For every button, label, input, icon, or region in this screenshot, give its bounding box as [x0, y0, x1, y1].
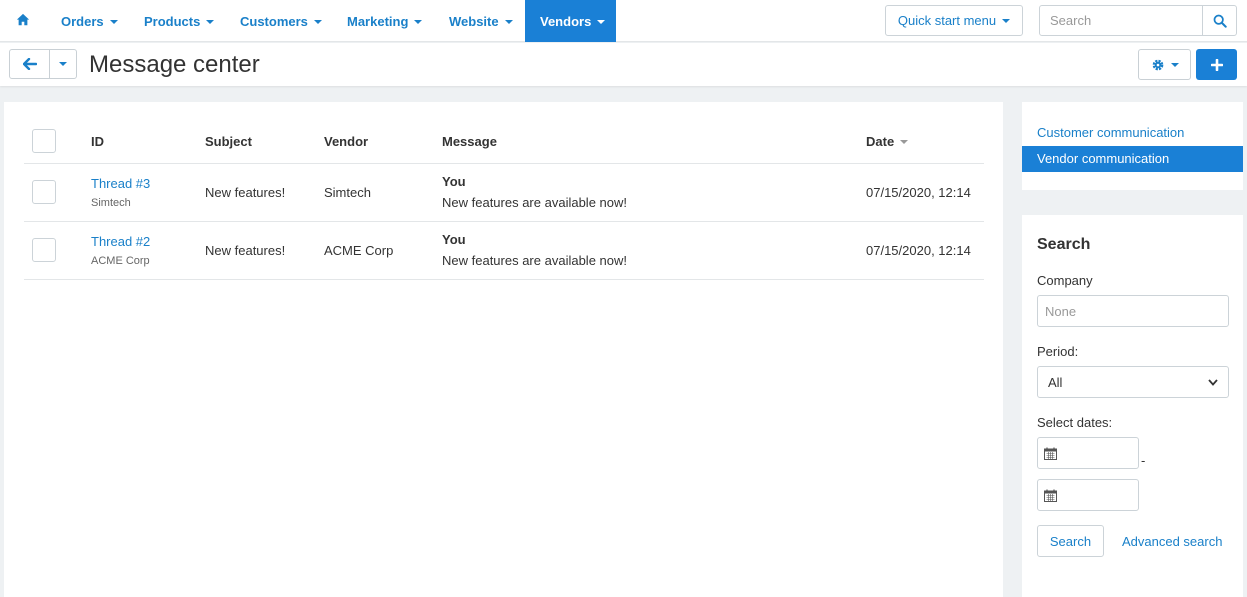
row-checkbox[interactable]	[32, 238, 56, 262]
search-button[interactable]	[1202, 6, 1236, 35]
nav-marketing-label: Marketing	[347, 13, 409, 29]
message-text: New features are available now!	[442, 253, 627, 268]
message-cell: You New features are available now!	[442, 163, 866, 222]
chevron-down-icon	[504, 19, 513, 24]
chevron-down-icon	[414, 19, 423, 24]
subject-cell: New features!	[205, 221, 324, 280]
search-input[interactable]	[1040, 6, 1202, 35]
company-label: Company	[1037, 273, 1093, 288]
quick-start-menu-button[interactable]: Quick start menu	[885, 5, 1023, 36]
nav-vendors[interactable]: Vendors	[525, 0, 616, 42]
message-author: You	[442, 232, 466, 247]
global-search	[1039, 5, 1237, 36]
chevron-down-icon	[313, 19, 322, 24]
chevron-down-icon	[1208, 378, 1218, 386]
period-label: Period:	[1037, 344, 1079, 359]
message-text: New features are available now!	[442, 195, 627, 210]
sidebar-item-vendor-communication[interactable]: Vendor communication	[1022, 146, 1243, 172]
date-cell: 07/15/2020, 12:14	[866, 221, 984, 280]
table-row: Thread #2 ACME Corp New features! ACME C…	[24, 221, 984, 280]
period-select[interactable]: All	[1037, 366, 1229, 398]
row-checkbox[interactable]	[32, 180, 56, 204]
thread-vendor-sub: ACME Corp	[91, 254, 150, 267]
thread-link[interactable]: Thread #3	[91, 176, 205, 191]
threads-panel: ID Subject Vendor Message Date Thread #3…	[4, 102, 1003, 597]
add-button[interactable]	[1196, 49, 1237, 80]
plus-icon	[1210, 58, 1223, 71]
search-submit-button[interactable]: Search	[1037, 525, 1104, 557]
nav-products[interactable]: Products	[144, 0, 215, 42]
date-to-field[interactable]	[1037, 479, 1139, 511]
top-navigation: Orders Products Customers Marketing Webs…	[0, 0, 1247, 42]
col-vendor[interactable]: Vendor	[324, 120, 442, 164]
calendar-icon	[1044, 489, 1057, 502]
col-subject[interactable]: Subject	[205, 120, 324, 164]
message-cell: You New features are available now!	[442, 221, 866, 280]
nav-customers-label: Customers	[240, 13, 308, 29]
thread-id-cell: Thread #3 Simtech	[91, 163, 205, 222]
arrow-left-icon	[22, 58, 37, 70]
search-panel-title: Search	[1037, 236, 1091, 253]
row-checkbox-cell	[24, 163, 91, 222]
date-cell: 07/15/2020, 12:14	[866, 163, 984, 222]
chevron-down-icon	[1002, 18, 1011, 23]
row-checkbox-cell	[24, 221, 91, 280]
vendor-cell: Simtech	[324, 163, 442, 222]
back-button-group	[9, 49, 77, 79]
threads-table: ID Subject Vendor Message Date Thread #3…	[24, 120, 984, 280]
thread-link[interactable]: Thread #2	[91, 234, 205, 249]
message-author: You	[442, 174, 466, 189]
gear-icon	[1152, 59, 1163, 70]
col-message[interactable]: Message	[442, 120, 866, 164]
nav-orders[interactable]: Orders	[61, 0, 118, 42]
sidebar-item-customer-communication[interactable]: Customer communication	[1022, 120, 1243, 146]
nav-marketing[interactable]: Marketing	[347, 0, 423, 42]
history-dropdown-button[interactable]	[50, 50, 76, 78]
nav-customers[interactable]: Customers	[240, 0, 322, 42]
chevron-down-icon	[597, 19, 606, 24]
nav-orders-label: Orders	[61, 13, 104, 29]
dates-label: Select dates:	[1037, 415, 1113, 430]
select-all-cell	[24, 120, 91, 164]
page-header: Message center	[0, 43, 1247, 86]
nav-vendors-label: Vendors	[540, 13, 592, 29]
company-field[interactable]	[1037, 295, 1229, 327]
nav-website[interactable]: Website	[449, 0, 513, 42]
calendar-icon	[1044, 447, 1057, 460]
select-all-checkbox[interactable]	[32, 129, 56, 154]
search-panel: Search Company Period: All Select dates:…	[1022, 215, 1243, 597]
chevron-down-icon	[59, 62, 67, 66]
search-icon	[1213, 14, 1227, 28]
sort-desc-icon	[900, 140, 909, 145]
quick-start-label: Quick start menu	[897, 13, 997, 28]
chevron-down-icon	[1170, 62, 1179, 67]
col-date-label: Date	[866, 133, 895, 149]
settings-button[interactable]	[1138, 49, 1191, 80]
thread-vendor-sub: Simtech	[91, 196, 131, 209]
period-value: All	[1048, 374, 1063, 390]
subject-cell: New features!	[205, 163, 324, 222]
date-from-field[interactable]	[1037, 437, 1139, 469]
home-icon[interactable]	[16, 13, 32, 29]
chevron-down-icon	[109, 19, 118, 24]
chevron-down-icon	[206, 19, 215, 24]
communication-sidebar: Customer communication Vendor communicat…	[1022, 102, 1243, 190]
date-range-dash: -	[1141, 453, 1146, 468]
nav-products-label: Products	[144, 13, 201, 29]
back-button[interactable]	[10, 50, 50, 78]
table-row: Thread #3 Simtech New features! Simtech …	[24, 163, 984, 222]
nav-website-label: Website	[449, 13, 499, 29]
page-title: Message center	[89, 51, 260, 78]
col-date[interactable]: Date	[866, 120, 984, 164]
advanced-search-link[interactable]: Advanced search	[1122, 534, 1222, 549]
vendor-cell: ACME Corp	[324, 221, 442, 280]
col-id[interactable]: ID	[91, 120, 205, 164]
table-header-row: ID Subject Vendor Message Date	[24, 120, 984, 164]
thread-id-cell: Thread #2 ACME Corp	[91, 221, 205, 280]
